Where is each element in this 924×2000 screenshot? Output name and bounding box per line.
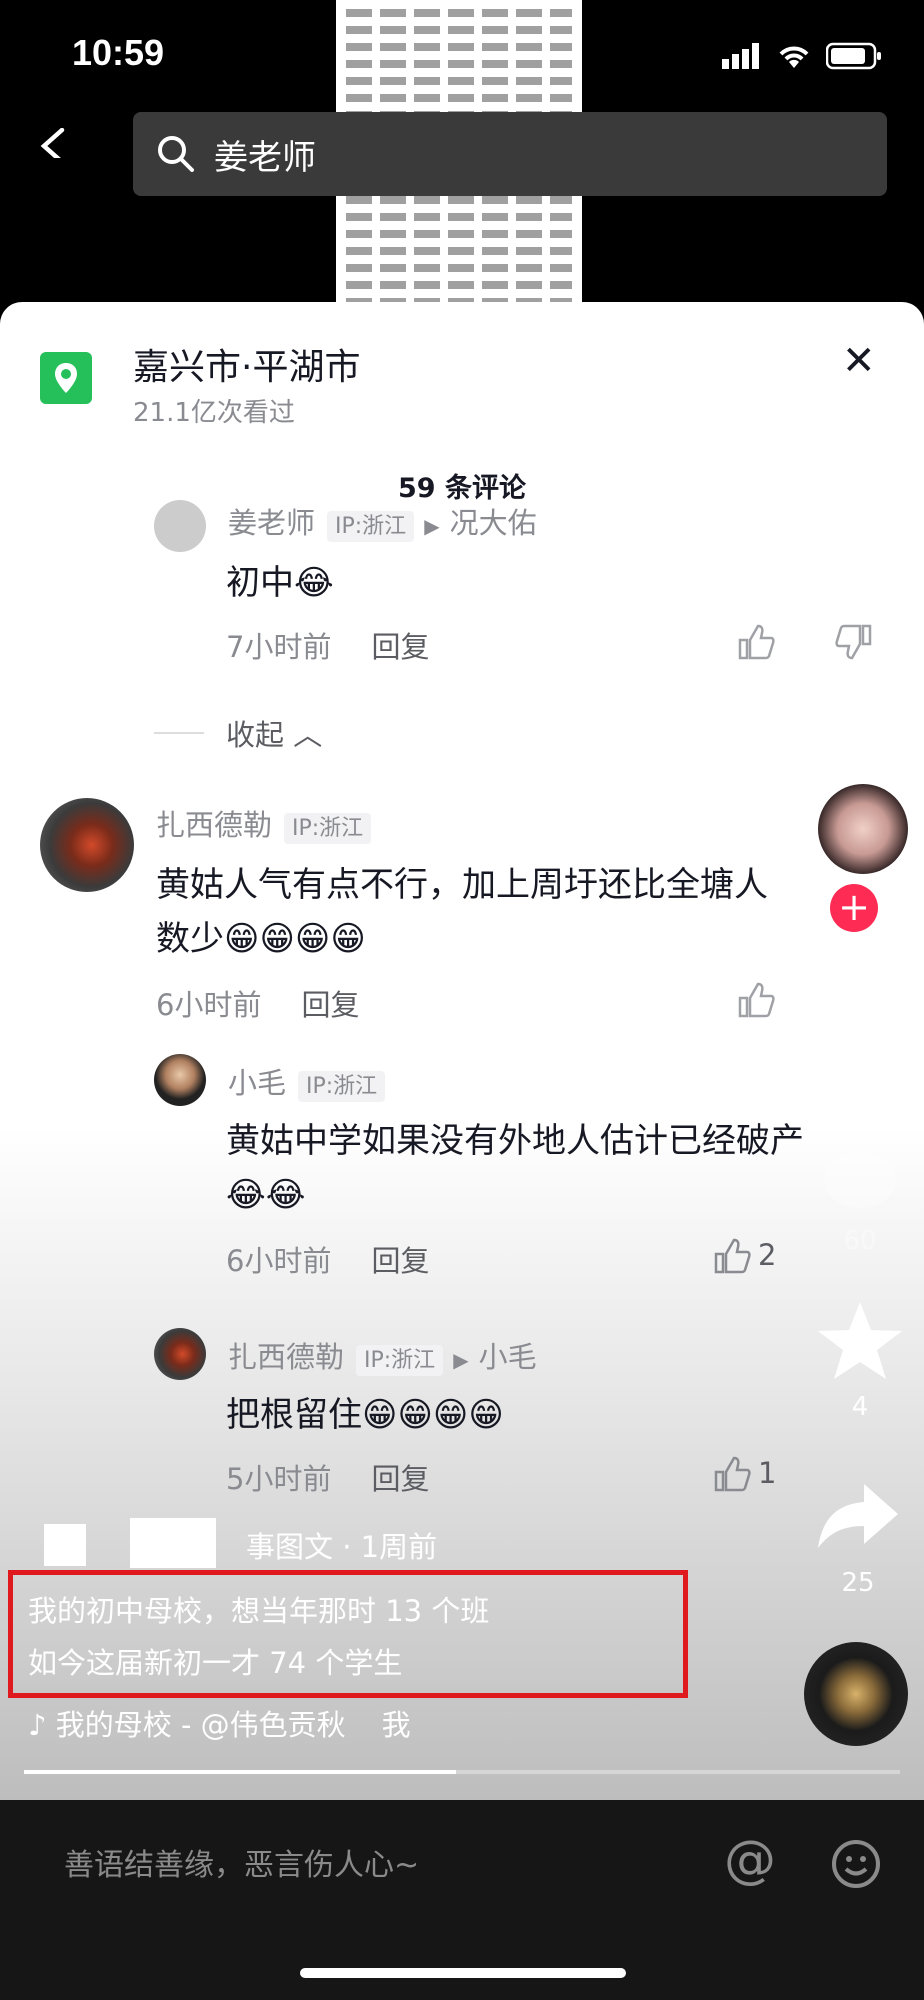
collapse-replies-button[interactable]: 收起 ︿: [226, 712, 322, 754]
caption-line: 如今这届新初一才 74 个学生: [28, 1646, 403, 1680]
status-time: 10:59: [72, 32, 165, 73]
search-icon: [158, 136, 194, 172]
comment-header: 扎西德勒 IP:浙江 ▶ 小毛: [228, 1334, 537, 1376]
comment-header: 姜老师 IP:浙江 ▶ 况大佑: [228, 500, 537, 542]
reply-button[interactable]: 回复: [301, 988, 359, 1022]
comment-username[interactable]: 扎西德勒: [156, 808, 272, 842]
comment-time: 6小时前: [226, 1244, 332, 1278]
laugh-emoji-icon: 😂: [294, 563, 334, 603]
ip-badge: IP:浙江: [284, 813, 372, 844]
image-placeholder: [44, 1524, 86, 1566]
home-indicator: [300, 1968, 626, 1978]
comment-text: 把根留住😁😁😁😁: [226, 1395, 504, 1435]
like-icon[interactable]: [736, 622, 776, 662]
reply-arrow-icon: ▶: [453, 1348, 469, 1372]
collapse-divider: [154, 732, 204, 734]
signal-icon: [722, 43, 759, 69]
comment-total: 60: [843, 1226, 877, 1256]
caption-line: 我的初中母校，想当年那时 13 个班: [28, 1594, 490, 1628]
like-icon[interactable]: [736, 980, 776, 1020]
music-title-extra: 我: [381, 1708, 411, 1742]
reply-to-user[interactable]: 况大佑: [450, 506, 537, 540]
avatar[interactable]: [154, 500, 206, 552]
ip-badge: IP:浙江: [356, 1345, 444, 1376]
avatar[interactable]: [154, 1054, 206, 1106]
comment-header: 小毛 IP:浙江: [228, 1060, 386, 1102]
grin-emoji-icon: 😁😁😁😁: [224, 919, 366, 959]
ip-badge: IP:浙江: [327, 511, 415, 542]
comment-meta: 6小时前 回复: [156, 982, 359, 1024]
comment-username[interactable]: 姜老师: [228, 506, 315, 540]
reply-button[interactable]: 回复: [371, 630, 429, 664]
music-note-icon: ♪: [28, 1708, 56, 1742]
comment-header: 扎西德勒 IP:浙江: [156, 802, 372, 844]
image-placeholder: [130, 1518, 216, 1568]
comment-time: 5小时前: [226, 1462, 332, 1496]
comment-meta: 事图文 · 1周前: [246, 1530, 438, 1564]
reply-button[interactable]: 回复: [371, 1462, 429, 1496]
ip-badge: IP:浙江: [298, 1071, 386, 1102]
like-total: 32: [843, 1060, 877, 1090]
mention-icon[interactable]: @: [724, 1830, 776, 1890]
comment-time: 7小时前: [226, 630, 332, 664]
comment-input[interactable]: 善语结善缘，恶言伤人心~: [64, 1840, 419, 1884]
comment-meta: 7小时前 回复: [226, 624, 429, 666]
video-progress-fill: [24, 1770, 456, 1774]
reply-arrow-icon: ▶: [424, 514, 440, 538]
reply-to-user[interactable]: 小毛: [479, 1340, 537, 1374]
laugh-emoji-icon: 😂😂: [226, 1175, 306, 1215]
follow-button[interactable]: +: [830, 884, 878, 932]
author-avatar[interactable]: [818, 784, 908, 874]
reply-button[interactable]: 回复: [371, 1244, 429, 1278]
heart-icon[interactable]: [820, 976, 900, 1046]
search-query: 姜老师: [214, 138, 316, 178]
comment-bubble-icon[interactable]: [820, 1148, 900, 1218]
close-icon[interactable]: ✕: [842, 338, 876, 384]
music-disc-avatar[interactable]: [804, 1642, 908, 1746]
emoji-icon[interactable]: [830, 1838, 882, 1890]
battery-icon: [826, 42, 881, 70]
comment-text: 黄姑人气有点不行，加上周圩还比全塘人 数少😁😁😁😁: [156, 865, 768, 959]
grin-emoji-icon: 😁😁😁😁: [362, 1395, 504, 1435]
star-icon[interactable]: [816, 1300, 904, 1380]
avatar[interactable]: [40, 798, 134, 892]
status-icons: [722, 42, 882, 70]
comment-text: 黄姑中学如果没有外地人估计已经破产 😂😂: [226, 1114, 886, 1222]
like-icon[interactable]: [712, 1454, 752, 1494]
back-arrow-icon[interactable]: [38, 128, 68, 158]
avatar[interactable]: [154, 1328, 206, 1380]
share-total: 25: [841, 1568, 875, 1598]
comment-text: 初中😂: [226, 563, 334, 603]
comment-username[interactable]: 扎西德勒: [228, 1340, 344, 1374]
location-views: 21.1亿次看过: [133, 398, 295, 428]
comment-username[interactable]: 小毛: [228, 1066, 286, 1100]
like-count: 2: [758, 1238, 777, 1272]
comment-meta: 5小时前 回复: [226, 1456, 429, 1498]
favorite-total: 4: [851, 1392, 869, 1422]
comment-meta: 6小时前 回复: [226, 1238, 429, 1280]
location-title[interactable]: 嘉兴市·平湖市: [133, 338, 360, 390]
music-row[interactable]: ♪ 我的母校 - @伟色贡秋 我: [28, 1702, 411, 1744]
dislike-icon[interactable]: [834, 622, 874, 662]
music-title: 我的母校 - @伟色贡秋: [55, 1708, 346, 1742]
comment-time: 6小时前: [156, 988, 262, 1022]
wifi-icon: [779, 46, 809, 68]
like-icon[interactable]: [712, 1236, 752, 1276]
location-pin-icon: [40, 352, 92, 404]
share-arrow-icon[interactable]: [816, 1480, 900, 1550]
like-count: 1: [758, 1456, 777, 1490]
chevron-up-icon: ︿: [284, 718, 323, 752]
